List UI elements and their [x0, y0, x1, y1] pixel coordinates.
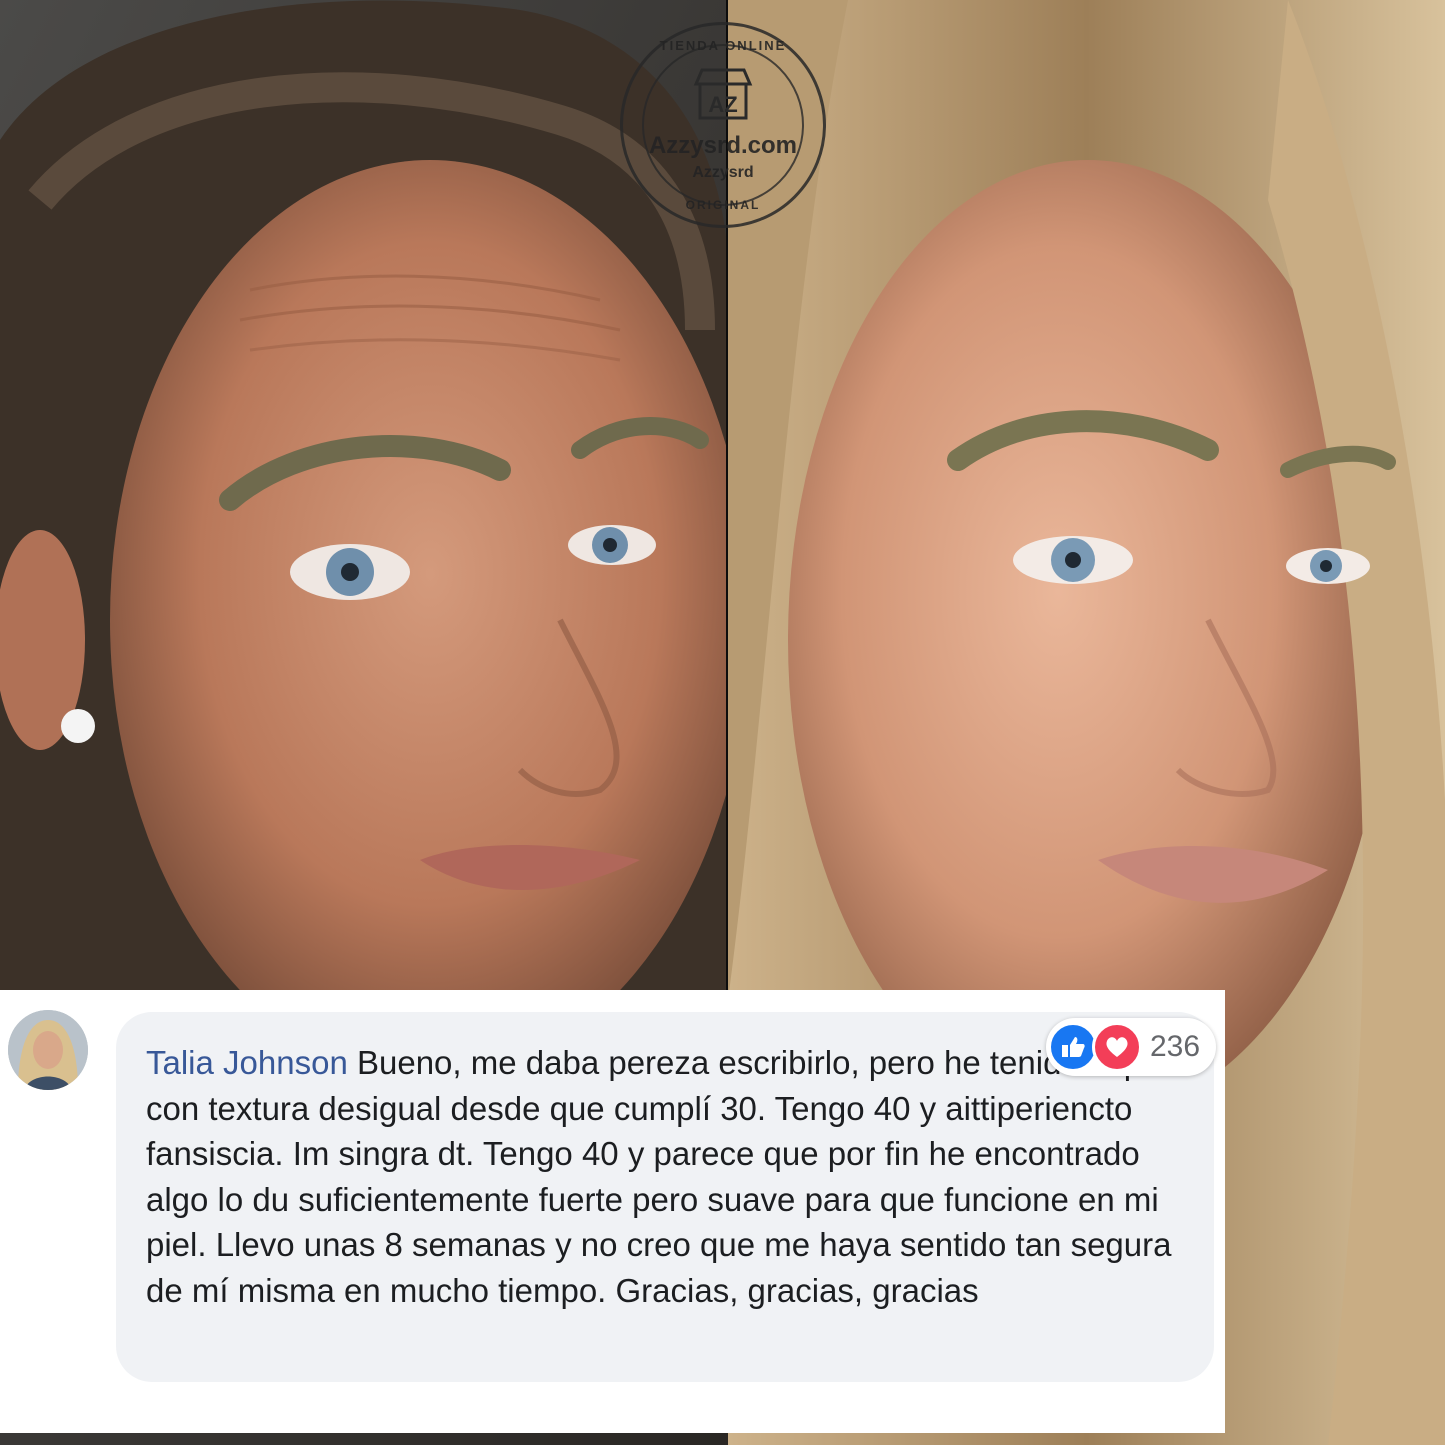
comment-body: Talia Johnson Bueno, me daba pereza escr…: [146, 1040, 1191, 1313]
seal-top-text: TIENDA ONLINE: [659, 38, 787, 53]
avatar[interactable]: [8, 1010, 88, 1090]
love-icon: [1092, 1022, 1142, 1072]
reaction-count: 236: [1150, 1030, 1201, 1063]
seal-main-text: Azzysrd.com: [648, 132, 798, 159]
reactions-summary[interactable]: 236: [1046, 1018, 1216, 1076]
comment-bubble: Talia Johnson Bueno, me daba pereza escr…: [116, 1012, 1214, 1382]
seal-sub-text: Azzysrd: [692, 164, 754, 181]
watermark-seal: TIENDA ONLINE AZ Azzysrd.com Azzysrd ORI…: [620, 22, 826, 228]
comment-text: Bueno, me daba pereza escribirlo, pero h…: [146, 1044, 1176, 1309]
seal-bottom-text: ORIGINAL: [685, 198, 761, 212]
storefront-icon: AZ: [693, 68, 753, 120]
seal-logo-text: AZ: [708, 92, 737, 117]
comment-card: Talia Johnson Bueno, me daba pereza escr…: [0, 990, 1225, 1433]
comment-author-link[interactable]: Talia Johnson: [146, 1044, 348, 1081]
like-icon: [1048, 1022, 1098, 1072]
